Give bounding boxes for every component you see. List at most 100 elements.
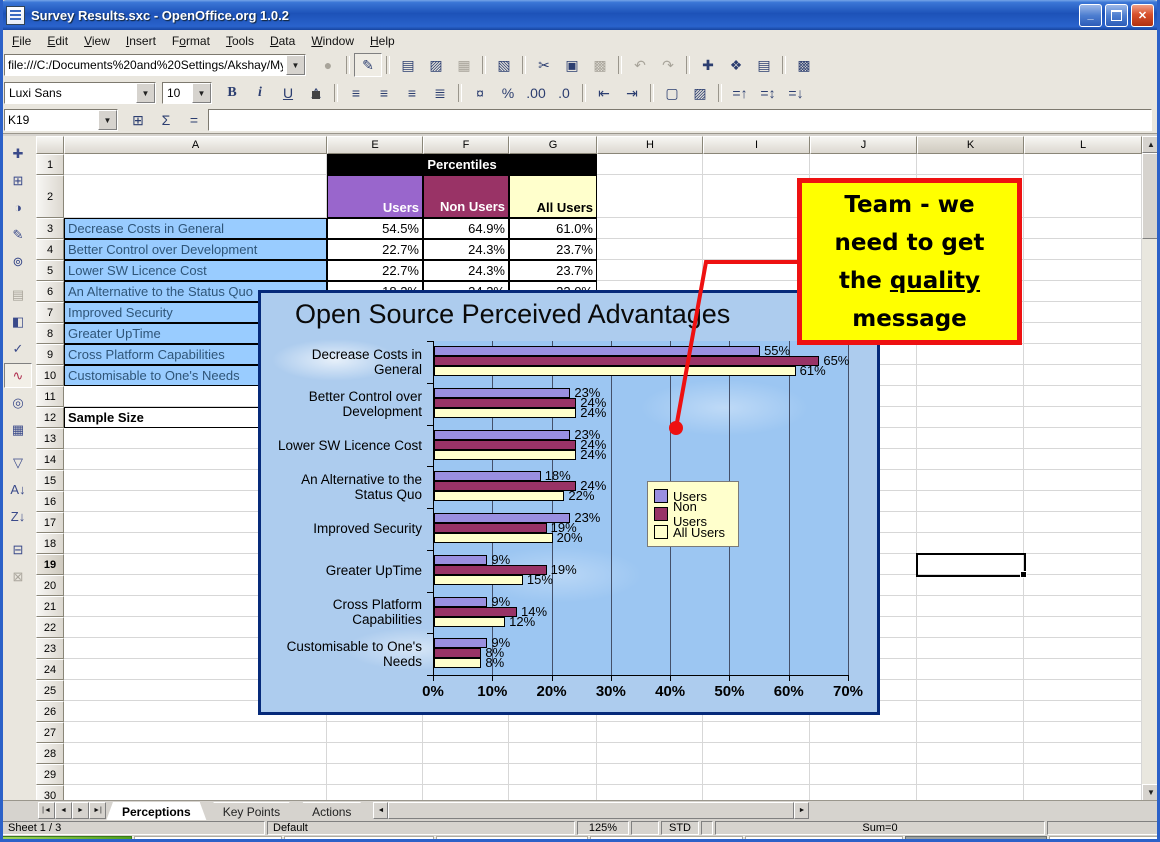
cell-L24[interactable] bbox=[1024, 659, 1142, 680]
menu-help[interactable]: Help bbox=[362, 32, 403, 50]
cell-L15[interactable] bbox=[1024, 470, 1142, 491]
gallery-icon[interactable]: ▩ bbox=[790, 53, 818, 77]
cell-L12[interactable] bbox=[1024, 407, 1142, 428]
row-header-3[interactable]: 3 bbox=[36, 218, 64, 239]
cell-I28[interactable] bbox=[703, 743, 810, 764]
cell-H28[interactable] bbox=[597, 743, 703, 764]
cell-G4[interactable]: 23.7% bbox=[509, 239, 597, 260]
horizontal-scrollbar[interactable]: ◄► bbox=[373, 802, 809, 819]
cell-A29[interactable] bbox=[64, 764, 327, 785]
edit-file-icon[interactable]: ✎ bbox=[354, 53, 382, 77]
cell-K23[interactable] bbox=[917, 638, 1024, 659]
align-bottom-icon[interactable]: =↓ bbox=[782, 81, 810, 105]
row-header-12[interactable]: 12 bbox=[36, 407, 64, 428]
row-header-14[interactable]: 14 bbox=[36, 449, 64, 470]
cell-L30[interactable] bbox=[1024, 785, 1142, 801]
row-header-15[interactable]: 15 bbox=[36, 470, 64, 491]
font-size-combo[interactable]: 10 ▼ bbox=[162, 82, 212, 104]
active-cell-selection[interactable] bbox=[916, 553, 1026, 577]
undo-icon[interactable]: ↶ bbox=[626, 53, 654, 77]
row-header-1[interactable]: 1 bbox=[36, 154, 64, 175]
cell-F4[interactable]: 24.3% bbox=[423, 239, 509, 260]
column-header-A[interactable]: A bbox=[64, 136, 327, 154]
cell-A28[interactable] bbox=[64, 743, 327, 764]
cell-K22[interactable] bbox=[917, 617, 1024, 638]
cell-G27[interactable] bbox=[509, 722, 597, 743]
row-header-25[interactable]: 25 bbox=[36, 680, 64, 701]
paste-icon[interactable]: ▩ bbox=[586, 53, 614, 77]
cell-L7[interactable] bbox=[1024, 302, 1142, 323]
cell-K29[interactable] bbox=[917, 764, 1024, 785]
menu-tools[interactable]: Tools bbox=[218, 32, 262, 50]
cell-A5[interactable]: Lower SW Licence Cost bbox=[64, 260, 327, 281]
row-header-22[interactable]: 22 bbox=[36, 617, 64, 638]
function-wizard-icon[interactable]: ⊞ bbox=[124, 108, 152, 132]
cell-L29[interactable] bbox=[1024, 764, 1142, 785]
cell-K26[interactable] bbox=[917, 701, 1024, 722]
status-sum[interactable]: Sum=0 bbox=[715, 821, 1045, 835]
font-name-combo[interactable]: Luxi Sans ▼ bbox=[4, 82, 156, 104]
scroll-up-icon[interactable]: ▲ bbox=[1142, 136, 1160, 153]
cell-H2[interactable] bbox=[597, 175, 703, 218]
cell-K24[interactable] bbox=[917, 659, 1024, 680]
cell-A30[interactable] bbox=[64, 785, 327, 801]
cell-L16[interactable] bbox=[1024, 491, 1142, 512]
cell-L28[interactable] bbox=[1024, 743, 1142, 764]
justify-icon[interactable]: ≣ bbox=[426, 81, 454, 105]
cell-E5[interactable]: 22.7% bbox=[327, 260, 423, 281]
cell-K16[interactable] bbox=[917, 491, 1024, 512]
cell-I2[interactable] bbox=[703, 175, 810, 218]
cell-K21[interactable] bbox=[917, 596, 1024, 617]
column-header-J[interactable]: J bbox=[810, 136, 917, 154]
load-url-input[interactable] bbox=[5, 57, 286, 73]
cell-L21[interactable] bbox=[1024, 596, 1142, 617]
increase-indent-icon[interactable]: ⇥ bbox=[618, 81, 646, 105]
cell-H29[interactable] bbox=[597, 764, 703, 785]
row-header-5[interactable]: 5 bbox=[36, 260, 64, 281]
title-bar[interactable]: Survey Results.sxc - OpenOffice.org 1.0.… bbox=[0, 0, 1160, 30]
status-selection-mode[interactable]: STD bbox=[661, 821, 699, 835]
group-icon[interactable]: ⊟ bbox=[4, 537, 32, 562]
cell-J27[interactable] bbox=[810, 722, 917, 743]
cell-K15[interactable] bbox=[917, 470, 1024, 491]
sheet-tab-actions[interactable]: Actions bbox=[296, 802, 367, 821]
horizontal-scroll-thumb[interactable] bbox=[388, 802, 794, 819]
cell-L1[interactable] bbox=[1024, 154, 1142, 175]
cell-I5[interactable] bbox=[703, 260, 810, 281]
row-header-8[interactable]: 8 bbox=[36, 323, 64, 344]
cell-F5[interactable]: 24.3% bbox=[423, 260, 509, 281]
first-sheet-icon[interactable]: |◄ bbox=[38, 802, 55, 819]
menu-view[interactable]: View bbox=[76, 32, 118, 50]
cell-K25[interactable] bbox=[917, 680, 1024, 701]
spellcheck-icon[interactable]: ✓ bbox=[4, 336, 32, 361]
row-header-7[interactable]: 7 bbox=[36, 302, 64, 323]
cell-L11[interactable] bbox=[1024, 386, 1142, 407]
cell-K17[interactable] bbox=[917, 512, 1024, 533]
last-sheet-icon[interactable]: ►| bbox=[89, 802, 106, 819]
previous-sheet-icon[interactable]: ◄ bbox=[55, 802, 72, 819]
row-header-17[interactable]: 17 bbox=[36, 512, 64, 533]
cell-L9[interactable] bbox=[1024, 344, 1142, 365]
cell-K1[interactable] bbox=[917, 154, 1024, 175]
cell-L8[interactable] bbox=[1024, 323, 1142, 344]
cell-F3[interactable]: 64.9% bbox=[423, 218, 509, 239]
sort-ascending-icon[interactable]: A↓ bbox=[4, 477, 32, 502]
cell-reference-box[interactable]: ▼ bbox=[4, 109, 118, 131]
row-header-30[interactable]: 30 bbox=[36, 785, 64, 801]
align-center-vertical-icon[interactable]: =↕ bbox=[754, 81, 782, 105]
cell-G5[interactable]: 23.7% bbox=[509, 260, 597, 281]
menu-data[interactable]: Data bbox=[262, 32, 303, 50]
hyperlink-icon[interactable]: ▤ bbox=[750, 53, 778, 77]
cell-L23[interactable] bbox=[1024, 638, 1142, 659]
cell-F29[interactable] bbox=[423, 764, 509, 785]
cell-J1[interactable] bbox=[810, 154, 917, 175]
chart-object[interactable]: Open Source Perceived Advantages 55%65%6… bbox=[258, 290, 880, 715]
cell-reference-input[interactable] bbox=[5, 112, 98, 128]
font-size-dropdown-icon[interactable]: ▼ bbox=[192, 83, 211, 103]
align-center-icon[interactable]: ≡ bbox=[370, 81, 398, 105]
cut-icon[interactable]: ✂ bbox=[530, 53, 558, 77]
underline-icon[interactable]: U bbox=[274, 81, 302, 105]
cell-I4[interactable] bbox=[703, 239, 810, 260]
open-icon[interactable]: ▨ bbox=[422, 53, 450, 77]
cell-L19[interactable] bbox=[1024, 554, 1142, 575]
